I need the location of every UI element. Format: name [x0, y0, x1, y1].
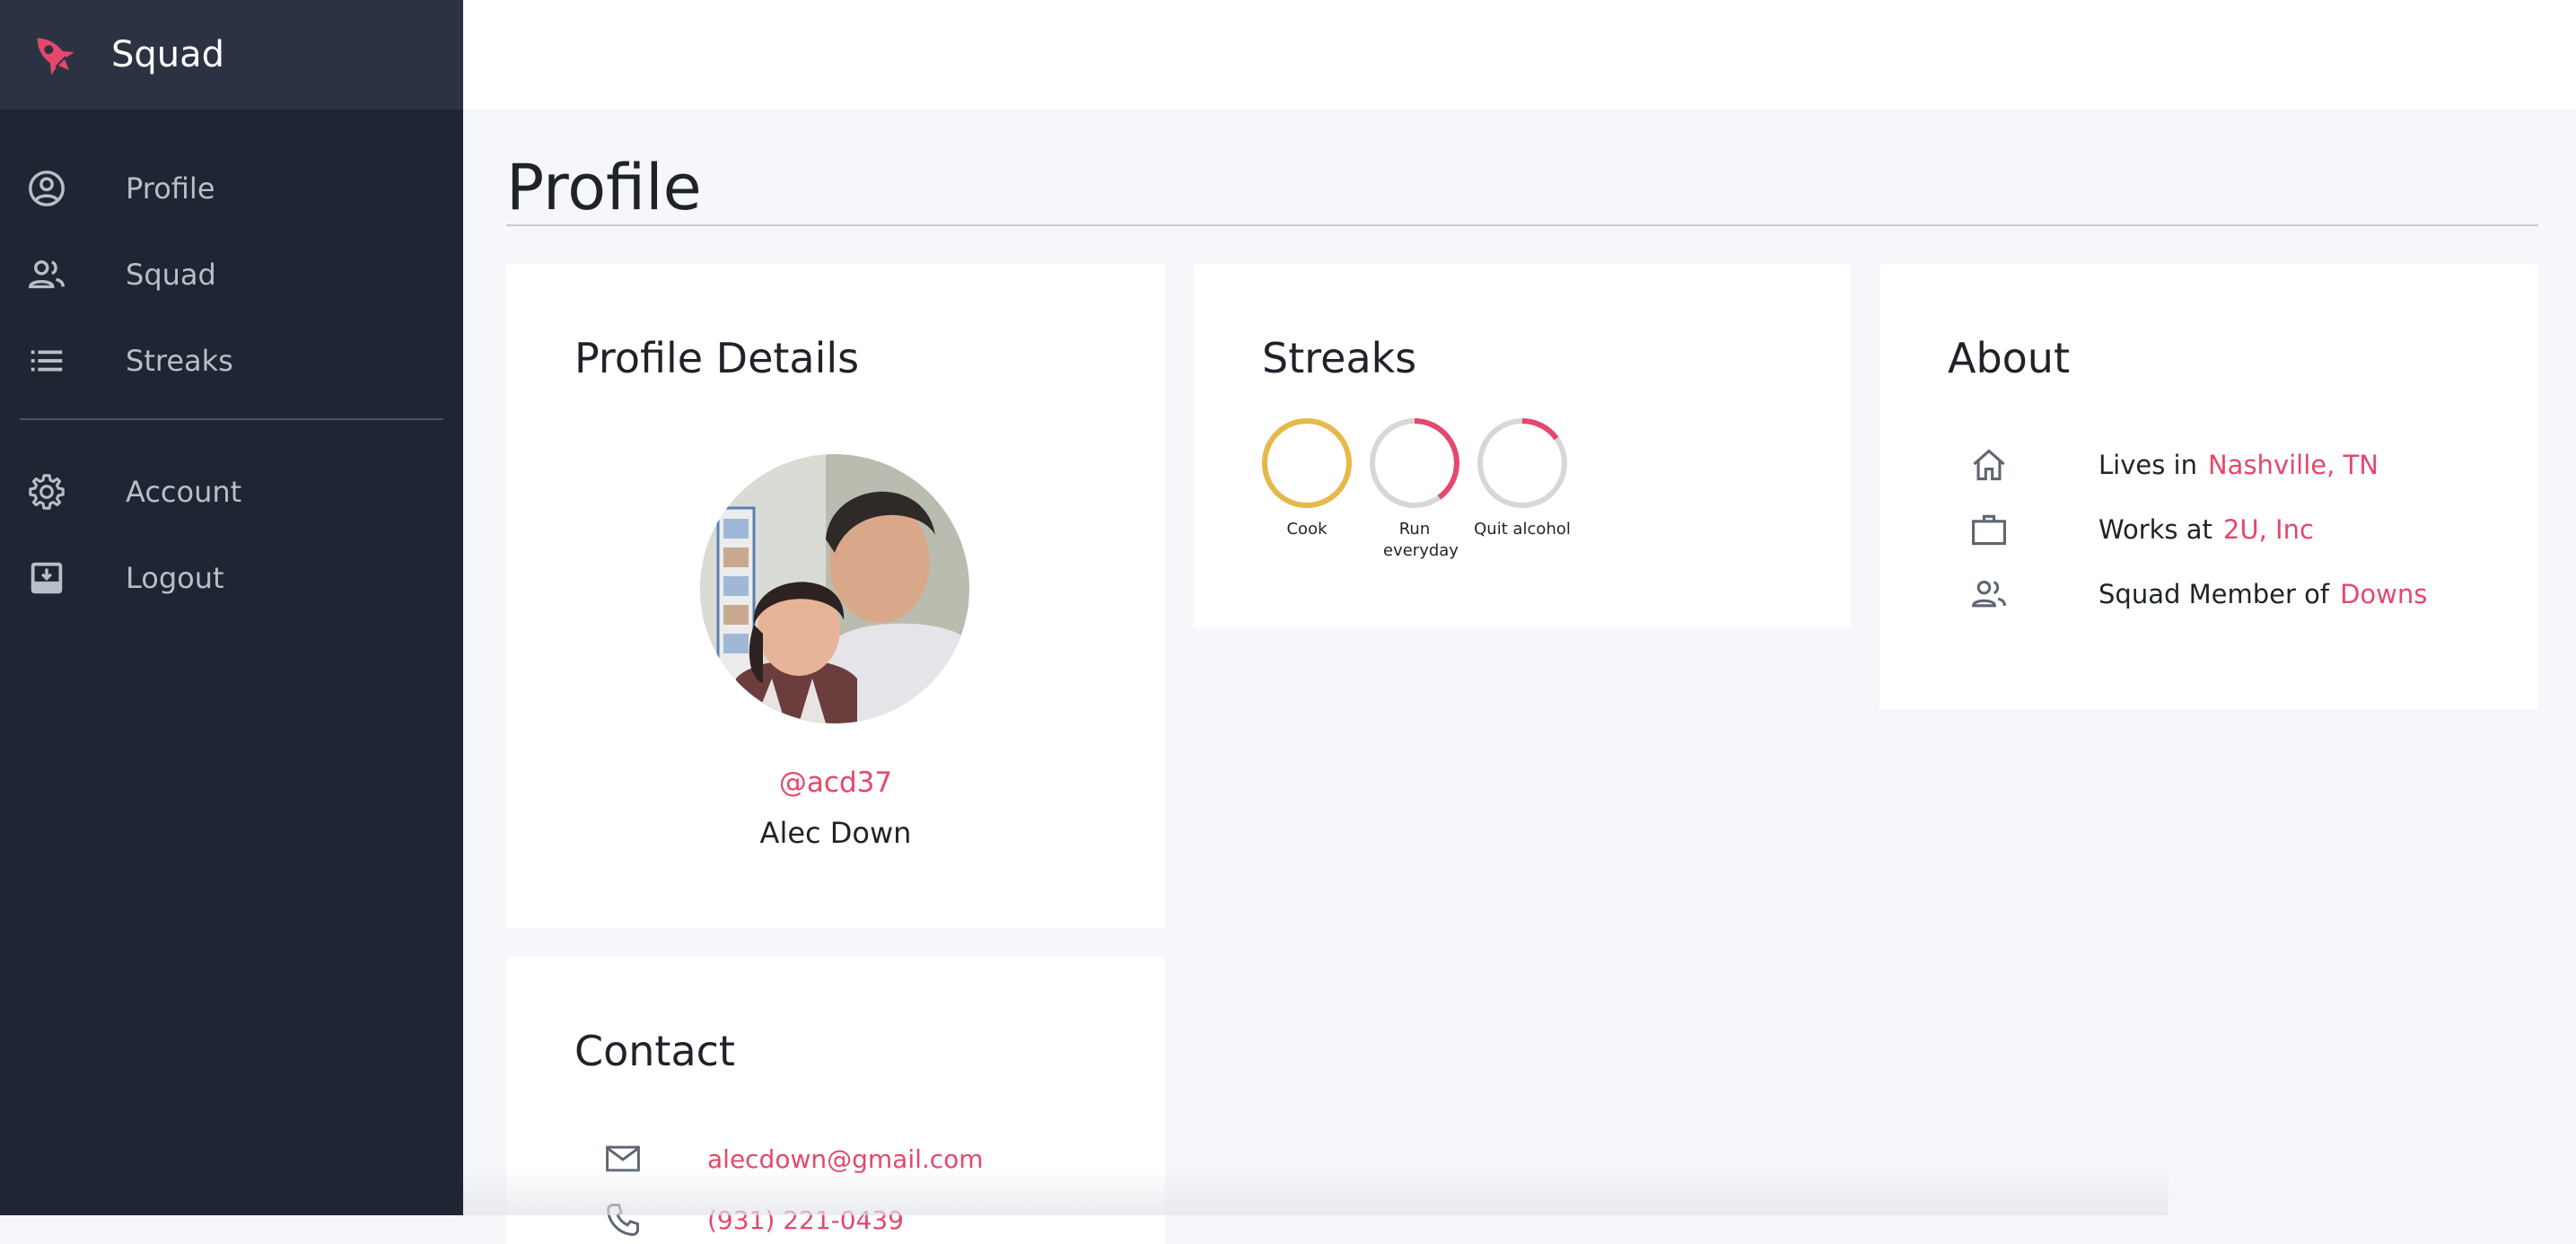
briefcase-icon [1969, 510, 2009, 549]
phone-link[interactable]: (931) 221-0439 [707, 1205, 904, 1235]
page-title: Profile [506, 151, 702, 224]
title-divider [506, 224, 2538, 226]
logout-tray-icon [26, 557, 67, 599]
card-title: Contact [574, 1027, 735, 1075]
company-link[interactable]: 2U, Inc [2223, 514, 2314, 545]
squad-link[interactable]: Downs [2340, 579, 2427, 609]
sidebar-item-label: Streaks [126, 344, 233, 378]
about-label: Lives in [2098, 450, 2197, 480]
contact-card: Contact alecdown@gmail.com (931) 221-043… [506, 957, 1165, 1244]
streak-quit-alcohol[interactable]: Quit alcohol [1468, 416, 1576, 540]
streak-progress-ring [1477, 418, 1567, 508]
streak-progress-ring [1262, 418, 1352, 508]
streak-label: Run everyday [1383, 520, 1459, 560]
sidebar-item-profile[interactable]: Profile [0, 145, 463, 232]
avatar [700, 454, 969, 723]
sidebar-divider [20, 418, 443, 420]
sidebar-item-account[interactable]: Account [0, 449, 463, 535]
sidebar-item-label: Logout [126, 561, 224, 595]
card-title: Streaks [1262, 334, 1417, 382]
mail-icon [603, 1139, 643, 1178]
about-card: About Lives in Nashville, TN Works at 2U… [1879, 264, 2538, 709]
profile-name: Alec Down [759, 816, 912, 850]
card-title: About [1948, 334, 2071, 382]
streak-cook[interactable]: Cook [1253, 416, 1361, 540]
email-link[interactable]: alecdown@gmail.com [707, 1144, 984, 1174]
sidebar-item-streaks[interactable]: Streaks [0, 318, 463, 404]
about-row-squad: Squad Member of Downs [1969, 572, 2427, 617]
streaks-card: Streaks Cook Run everyday Quit alcohol [1194, 264, 1851, 628]
about-label: Works at [2098, 514, 2212, 545]
card-title: Profile Details [574, 334, 860, 382]
streak-label: Cook [1286, 520, 1327, 539]
location-link[interactable]: Nashville, TN [2208, 450, 2379, 480]
sidebar-item-label: Account [126, 475, 242, 509]
profile-details-card: Profile Details @acd37 Alec Down [506, 264, 1165, 928]
account-circle-icon [26, 168, 67, 209]
list-icon [26, 340, 67, 381]
about-label: Squad Member of [2098, 579, 2330, 609]
streak-run-everyday[interactable]: Run everyday [1361, 416, 1468, 562]
sidebar-item-label: Squad [126, 258, 216, 292]
home-icon [1969, 445, 2009, 485]
brand-name[interactable]: Squad [111, 34, 224, 75]
about-row-work: Works at 2U, Inc [1969, 507, 2314, 552]
sidebar-item-squad[interactable]: Squad [0, 232, 463, 318]
gear-icon [26, 471, 67, 512]
contact-row-phone: (931) 221-0439 [603, 1197, 904, 1242]
top-bar [463, 0, 2576, 110]
rocket-logo-icon[interactable] [27, 28, 81, 82]
people-icon [26, 254, 67, 295]
sidebar-item-label: Profile [126, 171, 215, 206]
about-row-location: Lives in Nashville, TN [1969, 442, 2379, 487]
profile-handle[interactable]: @acd37 [506, 767, 1165, 799]
sidebar-nav: Profile Squad Streaks Account Logout [0, 145, 463, 621]
sidebar-item-logout[interactable]: Logout [0, 535, 463, 621]
streak-progress-ring [1370, 418, 1459, 508]
people-icon [1969, 574, 2009, 614]
contact-row-email: alecdown@gmail.com [603, 1136, 984, 1181]
sidebar: Squad Profile Squad Streaks Account Logo… [0, 0, 463, 1215]
phone-icon [603, 1200, 643, 1240]
streak-label: Quit alcohol [1474, 520, 1571, 539]
sidebar-header: Squad [0, 0, 463, 110]
